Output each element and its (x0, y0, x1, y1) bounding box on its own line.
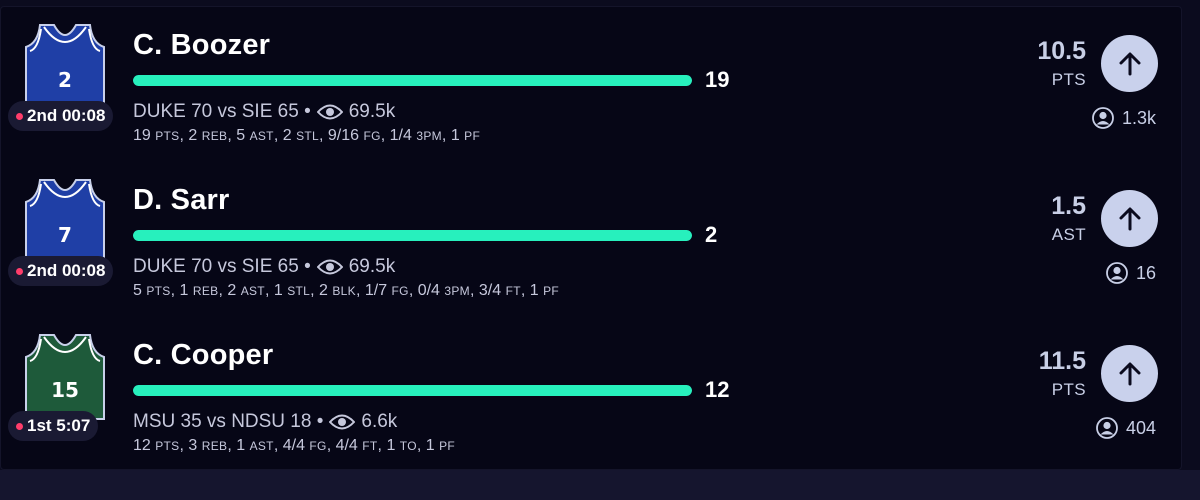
jersey-number: 7 (58, 223, 72, 247)
box-stat: 1 PF (529, 282, 560, 299)
live-dot-icon (16, 422, 23, 430)
watchers-count: 69.5k (348, 101, 396, 122)
player-name[interactable]: C. Boozer (133, 29, 270, 62)
picks-count: 1.3k (1121, 107, 1156, 128)
box-score-line: 5 PTS, 1 REB, 2 AST, 1 STL, 2 BLK, 1/7 F… (133, 282, 560, 299)
box-score-line: 12 PTS, 3 REB, 1 AST, 4/4 FG, 4/4 FT, 1 … (133, 437, 456, 454)
prop-line-value: 1.5 (1051, 192, 1086, 220)
eye-icon (329, 413, 356, 431)
picks-count-row: 16 (1106, 262, 1156, 284)
jersey-icon: 15 (18, 331, 112, 421)
player-prop-row[interactable]: 7 2nd 00:08 D. Sarr 2 DUKE 70 vs SIE 65 … (0, 170, 1182, 325)
current-stat-value: 2 (705, 222, 718, 247)
player-prop-row[interactable]: 15 1st 5:07 C. Cooper 12 MSU 35 vs NDSU … (0, 325, 1182, 480)
picks-count-row: 404 (1096, 417, 1156, 439)
jersey-icon: 7 (18, 176, 112, 266)
stat-progress-bar (133, 75, 692, 86)
box-stat: 19 PTS (133, 127, 180, 144)
box-stat: 1 TO (386, 437, 417, 454)
box-stat: 1 STL (273, 282, 311, 299)
prop-line-value: 10.5 (1037, 37, 1086, 65)
box-stat: 5 AST (236, 127, 274, 144)
prop-stat-type: PTS (1051, 380, 1086, 399)
watchers-count: 69.5k (348, 256, 396, 277)
box-stat: 4/4 FT (335, 437, 378, 454)
box-stat: 2 STL (282, 127, 319, 144)
eye-icon (316, 258, 343, 276)
game-clock-badge: 2nd 00:08 (8, 101, 114, 131)
box-stat: 1/7 FG (364, 282, 409, 299)
arrow-up-icon (1119, 362, 1140, 385)
watchers-count: 6.6k (361, 411, 398, 432)
current-stat-value: 12 (705, 377, 730, 402)
game-clock-badge: 2nd 00:08 (8, 256, 114, 286)
user-icon (1106, 262, 1128, 284)
prop-stat-type: AST (1051, 225, 1086, 244)
player-name[interactable]: D. Sarr (133, 184, 230, 217)
box-stat: 4/4 FG (282, 437, 327, 454)
stat-progress-bar (133, 385, 692, 396)
prop-line-value: 11.5 (1038, 347, 1086, 375)
box-stat: 0/4 3PM (417, 282, 470, 299)
stat-progress-fill (133, 230, 692, 241)
game-clock: 1st 5:07 (27, 416, 91, 435)
more-pick-button[interactable] (1101, 190, 1158, 247)
box-stat: 3/4 FT (478, 282, 521, 299)
more-pick-button[interactable] (1101, 35, 1158, 92)
game-clock-badge: 1st 5:07 (8, 411, 99, 441)
jersey-number: 15 (51, 378, 79, 402)
box-score-line: 19 PTS, 2 REB, 5 AST, 2 STL, 9/16 FG, 1/… (133, 127, 481, 144)
box-stat: 9/16 FG (327, 127, 381, 144)
user-icon (1096, 417, 1118, 439)
game-score: MSU 35 vs NDSU 18 • (133, 411, 324, 432)
box-stat: 5 PTS (133, 282, 171, 299)
box-stat: 2 BLK (319, 282, 356, 299)
user-icon (1092, 107, 1114, 129)
stat-progress-fill (133, 385, 692, 396)
game-clock: 2nd 00:08 (27, 106, 106, 125)
arrow-up-icon (1119, 207, 1140, 230)
game-score: DUKE 70 vs SIE 65 • (133, 101, 311, 122)
picks-count: 404 (1125, 417, 1156, 438)
player-name[interactable]: C. Cooper (133, 339, 273, 372)
live-dot-icon (16, 112, 23, 120)
game-score-line: MSU 35 vs NDSU 18 • 6.6k (133, 411, 397, 433)
eye-icon (316, 103, 343, 121)
picks-count-row: 1.3k (1092, 107, 1156, 129)
box-stat: 1 PF (425, 437, 456, 454)
box-stat: 3 REB (188, 437, 228, 454)
picks-count: 16 (1135, 262, 1156, 283)
prop-list-page: 2 2nd 00:08 C. Boozer 19 DUKE 70 vs SIE … (0, 0, 1200, 500)
box-stat: 2 REB (188, 127, 228, 144)
player-prop-row[interactable]: 2 2nd 00:08 C. Boozer 19 DUKE 70 vs SIE … (0, 15, 1182, 170)
arrow-up-icon (1119, 52, 1140, 75)
box-stat: 1 AST (236, 437, 274, 454)
jersey-icon: 2 (18, 21, 112, 111)
game-score-line: DUKE 70 vs SIE 65 • 69.5k (133, 101, 395, 123)
game-score: DUKE 70 vs SIE 65 • (133, 256, 311, 277)
current-stat-value: 19 (705, 67, 730, 92)
box-stat: 1 PF (450, 127, 481, 144)
more-pick-button[interactable] (1101, 345, 1158, 402)
box-stat: 12 PTS (133, 437, 180, 454)
live-dot-icon (16, 267, 23, 275)
game-clock: 2nd 00:08 (27, 261, 106, 280)
box-stat: 2 AST (227, 282, 265, 299)
stat-progress-fill (133, 75, 692, 86)
prop-stat-type: PTS (1051, 70, 1086, 89)
box-stat: 1 REB (179, 282, 219, 299)
jersey-number: 2 (58, 68, 72, 92)
game-score-line: DUKE 70 vs SIE 65 • 69.5k (133, 256, 395, 278)
stat-progress-bar (133, 230, 692, 241)
box-stat: 1/4 3PM (389, 127, 442, 144)
